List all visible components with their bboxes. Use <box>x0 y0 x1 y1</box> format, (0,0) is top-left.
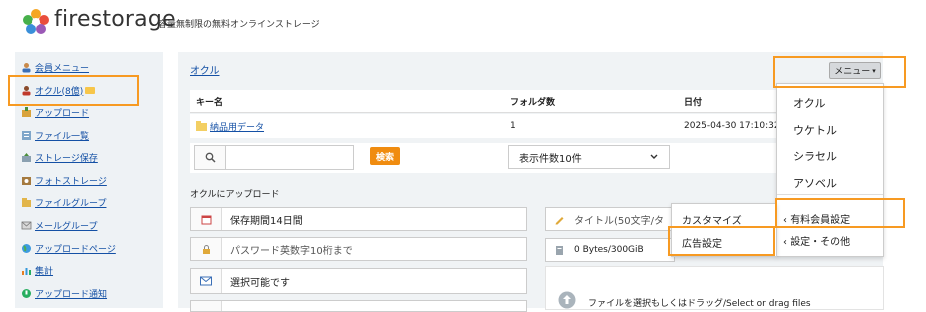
breadcrumb[interactable]: オクル <box>190 62 220 77</box>
calendar-icon <box>191 208 222 230</box>
sidebar-item-label[interactable]: ファイルグループ <box>35 196 106 209</box>
sidebar-item-photo-storage[interactable]: フォトストレージ <box>21 173 107 187</box>
sidebar-item-storage[interactable]: ストレージ保存 <box>21 150 98 164</box>
storage-size-value: 0 Bytes/300GiB <box>574 245 644 255</box>
lock-icon <box>191 238 222 260</box>
folder-icon <box>196 114 208 138</box>
storage-icon <box>546 239 572 261</box>
mail-field[interactable]: 選択可能です <box>190 268 527 294</box>
notify-icon <box>21 288 32 299</box>
highlight-ad-settings <box>668 226 775 256</box>
sidebar-item-label[interactable]: ファイル一覧 <box>35 129 89 142</box>
sidebar-item-label[interactable]: アップロード <box>35 106 89 119</box>
menu-divider <box>777 194 883 195</box>
sidebar-item-mail-group[interactable]: メールグループ <box>21 218 97 232</box>
file-drop-zone[interactable]: ファイルを選択もしくはドラッグ/Select or drag files <box>545 266 884 310</box>
file-group-icon <box>21 197 32 208</box>
sidebar-item-label[interactable]: ストレージ保存 <box>35 151 98 164</box>
storage-size: 0 Bytes/300GiB <box>545 238 675 262</box>
menu-item-shiraseru[interactable]: シラセル <box>793 148 837 164</box>
highlight-okuru <box>8 75 139 106</box>
menu-item-asoberu[interactable]: アソベル <box>793 175 837 191</box>
mail-group-icon <box>21 220 32 231</box>
menu-item-uketoru[interactable]: ウケトル <box>793 122 837 138</box>
globe-icon <box>21 243 32 254</box>
menu-dropdown: オクル ウケトル シラセル アソベル ‹ 有料会員設定 ‹ 設定・その他 <box>776 83 884 257</box>
header: firestorage 容量無制限の無料オンラインストレージ <box>0 0 926 50</box>
sidebar-item-label[interactable]: アップロード通知 <box>35 287 107 300</box>
field-icon <box>191 301 222 311</box>
submenu-item-customize[interactable]: カスタマイズ <box>682 212 742 227</box>
search-input[interactable] <box>225 145 354 170</box>
settings-other-label: 設定・その他 <box>790 237 851 248</box>
sidebar-item-stats[interactable]: 集計 <box>21 263 53 277</box>
chevron-down-icon <box>650 154 658 159</box>
row-folder-count: 1 <box>510 121 516 131</box>
file-list-icon <box>21 130 32 141</box>
flower-logo-icon[interactable] <box>22 8 50 36</box>
column-header-folders[interactable]: フォルダ数 <box>510 90 555 112</box>
sidebar-item-label[interactable]: 集計 <box>35 264 53 277</box>
sidebar-item-upload-page[interactable]: アップロードページ <box>21 241 116 255</box>
search-icon <box>194 145 226 170</box>
menu-item-okuru[interactable]: オクル <box>793 95 825 111</box>
highlight-menu-button <box>773 56 906 88</box>
sidebar-item-label[interactable]: フォトストレージ <box>35 174 107 187</box>
upload-section-title: オクルにアップロード <box>190 190 280 200</box>
drop-text: ファイルを選択もしくはドラッグ/Select or drag files <box>588 299 811 309</box>
menu-item-settings-other[interactable]: ‹ 設定・その他 <box>783 233 850 248</box>
title-placeholder: タイトル(50文字/タ <box>574 215 664 227</box>
member-icon <box>21 62 32 73</box>
tagline: 容量無制限の無料オンラインストレージ <box>158 20 320 30</box>
column-header-key[interactable]: キー名 <box>196 90 223 112</box>
title-field[interactable]: タイトル(50文字/タ <box>545 207 675 231</box>
pencil-icon <box>546 208 572 230</box>
password-placeholder: パスワード英数字10桁まで <box>230 245 353 257</box>
sidebar-item-file-list[interactable]: ファイル一覧 <box>21 128 89 142</box>
per-page-select[interactable]: 表示件数10件 <box>508 145 670 169</box>
sidebar-item-upload-notify[interactable]: アップロード通知 <box>21 286 107 300</box>
retention-value: 保存期間14日間 <box>230 215 303 227</box>
sidebar-item-file-group[interactable]: ファイルグループ <box>21 195 106 209</box>
mail-icon <box>191 269 222 293</box>
mail-value: 選択可能です <box>230 277 290 289</box>
row-date: 2025-04-30 17:10:32 <box>684 121 780 131</box>
sidebar-item-label[interactable]: メールグループ <box>35 219 97 232</box>
sidebar-item-label[interactable]: アップロードページ <box>35 242 116 255</box>
sidebar-item-label[interactable]: 会員メニュー <box>35 61 89 74</box>
stats-icon <box>21 265 32 276</box>
upload-cloud-icon <box>558 291 576 309</box>
extra-field[interactable] <box>190 300 527 312</box>
row-key-name[interactable]: 納品用データ <box>210 114 264 138</box>
sidebar-item-upload[interactable]: アップロード <box>21 105 89 119</box>
retention-field[interactable]: 保存期間14日間 <box>190 207 527 231</box>
storage-icon <box>21 152 32 163</box>
photo-icon <box>21 175 32 186</box>
upload-icon <box>21 106 32 118</box>
per-page-value: 表示件数10件 <box>519 153 582 165</box>
search-button[interactable]: 検索 <box>370 147 400 165</box>
sidebar-item-member-menu[interactable]: 会員メニュー <box>21 60 89 74</box>
column-header-date[interactable]: 日付 <box>684 90 702 112</box>
highlight-paid-settings <box>775 198 905 228</box>
password-field[interactable]: パスワード英数字10桁まで <box>190 237 527 261</box>
